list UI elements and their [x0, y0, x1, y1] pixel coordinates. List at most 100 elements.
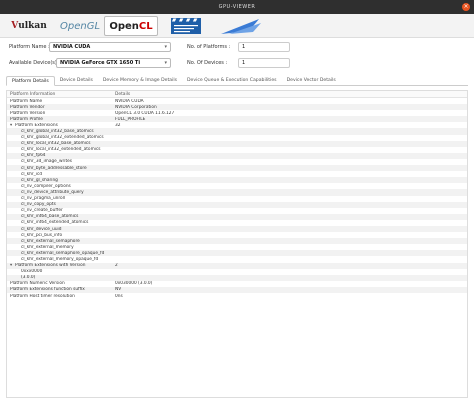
row-key-text: Platform Version: [10, 110, 46, 116]
row-key: 0xxx0000: [7, 269, 115, 274]
row-key: cl_khr_external_memory: [7, 245, 115, 250]
row-value: 2: [115, 263, 118, 269]
row-key-text: cl_nv_device_attribute_query: [21, 189, 84, 195]
row-key: cl_khr_global_int32_base_atomics: [7, 129, 115, 134]
row-key: cl_khr_int64_base_atomics: [7, 214, 115, 219]
row-key-text: cl_khr_global_int32_base_atomics: [21, 129, 94, 135]
row-key: cl_khr_fp64: [7, 153, 115, 158]
table-row[interactable]: Platform Name NVIDIA CUDA: [7, 98, 467, 104]
row-key: cl_khr_global_int32_extended_atomics: [7, 135, 115, 140]
row-key: cl_khr_gl_sharing: [7, 178, 115, 183]
no-platforms-field[interactable]: 1: [238, 42, 290, 52]
row-key-text: Platform Host timer resolution: [10, 293, 75, 299]
row-key-text: cl_khr_local_int32_base_atomics: [21, 141, 91, 147]
video-clapper-icon[interactable]: [164, 16, 208, 36]
no-devices-label: No. Of Devices :: [187, 60, 228, 66]
vulkan-logo-button[interactable]: Vulkan: [6, 16, 52, 36]
row-key-text: cl_khr_3d_image_writes: [21, 159, 73, 165]
row-key-text: cl_khr_external_memory_opaque_fd: [21, 256, 99, 262]
row-key-text: Platform Name: [10, 98, 43, 104]
row-key: cl_nv_copy_opts: [7, 202, 115, 207]
column-header-details[interactable]: Details: [115, 91, 130, 97]
row-key: Platform Host timer resolution: [7, 294, 115, 299]
available-devices-label: Available Device(s) :: [9, 60, 61, 66]
platform-name-label: Platform Name :: [9, 44, 50, 50]
row-value: NVIDIA CUDA: [115, 98, 144, 104]
row-key: Platform Version: [7, 111, 115, 116]
row-value: NVIDIA Corporation: [115, 104, 157, 110]
row-key-text: cl_khr_device_uuid: [21, 226, 62, 232]
row-key-text: cl_khr_byte_addressable_store: [21, 165, 87, 171]
row-key: cl_khr_device_uuid: [7, 227, 115, 232]
table-row[interactable]: Platform Numeric Version 0x030000 (3.0.0): [7, 281, 467, 287]
row-key-text: cl_khr_icd: [21, 171, 43, 177]
no-devices-field[interactable]: 1: [238, 58, 290, 68]
window-title: GPU-VIEWER: [218, 4, 256, 10]
row-key-text: cl_khr_pci_bus_info: [21, 232, 63, 238]
row-key: cl_khr_byte_addressable_store: [7, 166, 115, 171]
available-devices-value: NVIDIA GeForce GTX 1650 Ti: [60, 60, 141, 66]
vulkan-logo: Vulkan: [11, 21, 47, 31]
row-key-text: cl_nv_pragma_unroll: [21, 196, 66, 202]
row-key-text: cl_nv_compiler_options: [21, 183, 71, 189]
row-key-text: Platform Vendor: [10, 104, 45, 110]
row-key-text: 0xxx0000: [21, 269, 43, 275]
row-key: cl_khr_int64_extended_atomics: [7, 220, 115, 225]
platform-details-table: Platform Information Details Platform Na…: [6, 90, 468, 398]
platform-name-value: NVIDIA CUDA: [53, 44, 91, 50]
row-key: cl_nv_compiler_options: [7, 184, 115, 189]
tab-device-queue-execution[interactable]: Device Queue & Execution Capabilities: [182, 76, 282, 86]
available-devices-select[interactable]: NVIDIA GeForce GTX 1650 Ti ▾: [56, 58, 171, 68]
table-row[interactable]: Platform Host timer resolution 0ns: [7, 293, 467, 299]
tab-device-memory-image[interactable]: Device Memory & Image Details: [98, 76, 182, 86]
tab-platform-details[interactable]: Platform Details: [6, 76, 55, 86]
chevron-down-icon: ▾: [164, 44, 167, 50]
column-header-platform-information[interactable]: Platform Information: [7, 91, 115, 97]
row-value: 0x030000 (3.0.0): [115, 281, 153, 287]
table-header: Platform Information Details: [7, 91, 467, 98]
row-key-text: cl_khr_external_semaphore: [21, 238, 80, 244]
tab-device-vector[interactable]: Device Vector Details: [282, 76, 341, 86]
row-key: cl_khr_local_int32_base_atomics: [7, 141, 115, 146]
row-key-text: cl_khr_fp64: [21, 153, 46, 159]
table-row[interactable]: ▾ Platform Extensions 32: [7, 122, 467, 128]
details-tabs: Platform Details Device Details Device M…: [6, 76, 468, 86]
table-row[interactable]: Platform Extensions function suffix NV: [7, 286, 467, 293]
row-key-text: cl_khr_local_int32_extended_atomics: [21, 147, 101, 153]
row-key-text: cl_khr_int64_base_atomics: [21, 214, 79, 220]
api-toolbar: Vulkan OpenGL OpenCL: [0, 14, 474, 38]
row-key-text: Platform Extensions: [15, 122, 58, 128]
row-key-text: cl_khr_external_semaphore_opaque_fd: [21, 250, 105, 256]
tab-device-details[interactable]: Device Details: [55, 76, 98, 86]
row-key-text: (3.0.0): [21, 275, 36, 281]
row-key: ▾ Platform Extensions: [7, 123, 115, 128]
platform-name-select[interactable]: NVIDIA CUDA ▾: [49, 42, 171, 52]
opencl-logo-button[interactable]: OpenCL: [104, 16, 158, 36]
row-key: cl_khr_pci_bus_info: [7, 233, 115, 238]
wing-logo-icon[interactable]: [216, 16, 266, 36]
row-key-text: cl_khr_global_int32_extended_atomics: [21, 135, 104, 141]
row-key: cl_khr_3d_image_writes: [7, 159, 115, 164]
chevron-down-icon: ▾: [164, 60, 167, 66]
row-key-text: Platform Numeric Version: [10, 281, 65, 287]
close-icon[interactable]: ×: [462, 3, 470, 11]
opengl-logo-button[interactable]: OpenGL: [58, 16, 102, 36]
platform-form: Platform Name : NVIDIA CUDA ▾ No. of Pla…: [0, 38, 474, 74]
table-row[interactable]: Platform Version OpenCL 3.0 CUDA 11.6.127: [7, 110, 467, 116]
row-key: cl_nv_device_attribute_query: [7, 190, 115, 195]
row-key-text: Platform Extensions function suffix: [10, 287, 85, 293]
row-value: NV: [115, 287, 122, 293]
table-row[interactable]: Platform Vendor NVIDIA Corporation: [7, 104, 467, 111]
row-value: 32: [115, 122, 121, 128]
opengl-logo: OpenGL: [59, 20, 101, 32]
row-value: OpenCL 3.0 CUDA 11.6.127: [115, 110, 175, 116]
table-row[interactable]: ▾ Platform Extensions with Version 2: [7, 262, 467, 269]
row-key-text: cl_nv_create_buffer: [21, 208, 63, 214]
row-key: cl_khr_local_int32_extended_atomics: [7, 147, 115, 152]
row-key: cl_nv_create_buffer: [7, 208, 115, 213]
row-key: (3.0.0): [7, 275, 115, 280]
row-key: cl_khr_external_semaphore_opaque_fd: [7, 251, 115, 256]
row-key-text: cl_khr_external_memory: [21, 244, 74, 250]
row-value: 0ns: [115, 293, 123, 299]
table-row[interactable]: Platform Profile FULL_PROFILE: [7, 116, 467, 123]
